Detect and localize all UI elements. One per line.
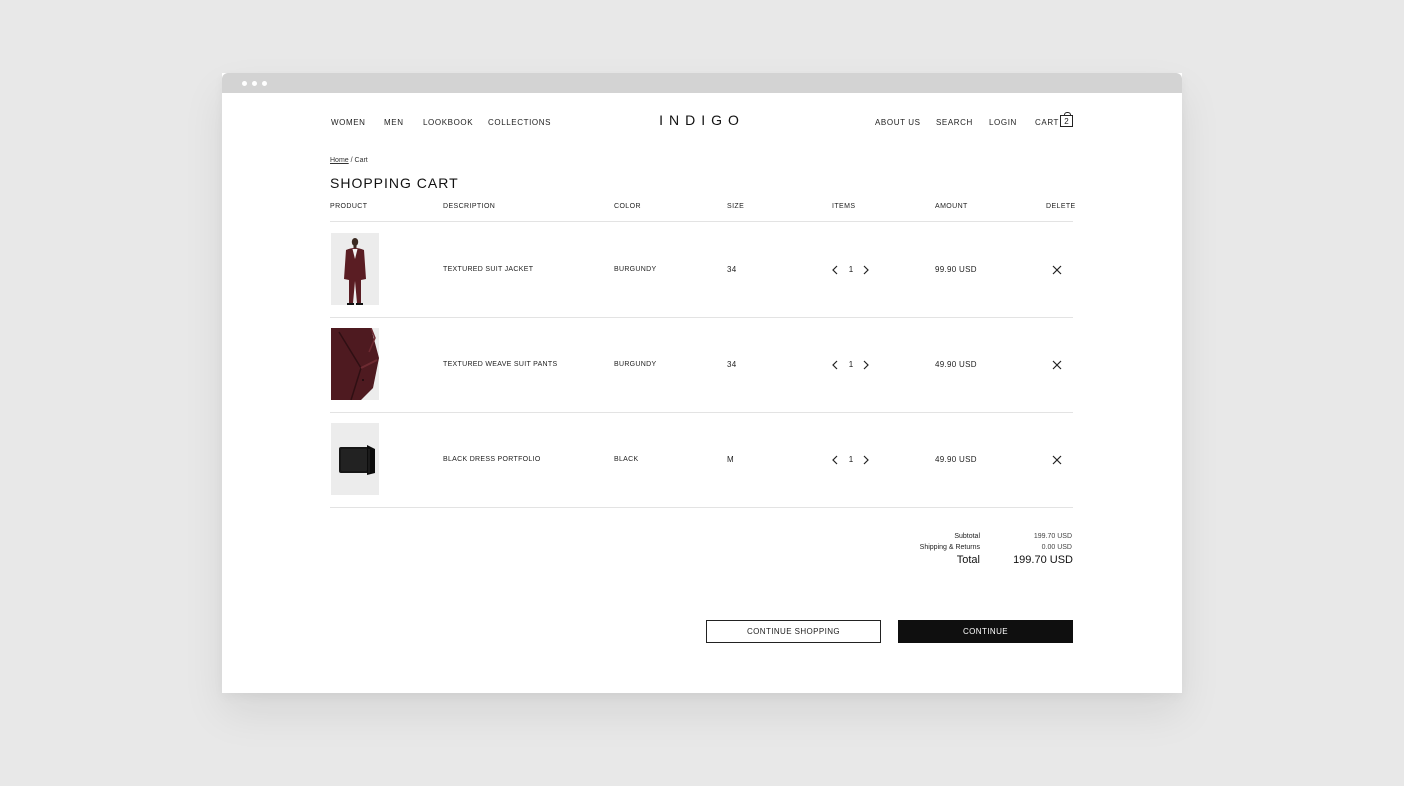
item-description: TEXTURED SUIT JACKET [443, 266, 534, 273]
column-header-size: SIZE [727, 203, 745, 210]
chevron-right-icon[interactable] [861, 455, 870, 465]
item-size: 34 [727, 360, 737, 369]
column-header-description: DESCRIPTION [443, 203, 496, 210]
chevron-left-icon[interactable] [831, 265, 840, 275]
nav-login[interactable]: LOGIN [989, 118, 1017, 127]
column-header-amount: AMOUNT [935, 203, 968, 210]
item-description: BLACK DRESS PORTFOLIO [443, 456, 541, 463]
product-image[interactable] [331, 423, 379, 495]
product-image[interactable] [331, 328, 379, 400]
cart-count-badge[interactable]: 2 [1060, 112, 1073, 127]
nav-cart[interactable]: CART [1035, 118, 1059, 127]
quantity-value: 1 [848, 265, 854, 274]
burgundy-suit-jacket-photo [331, 233, 379, 305]
cart-row: TEXTURED WEAVE SUIT PANTS BURGUNDY 34 1 … [330, 317, 1073, 412]
item-amount: 49.90 USD [935, 360, 977, 369]
item-amount: 49.90 USD [935, 455, 977, 464]
nav-about-us[interactable]: ABOUT US [875, 118, 921, 127]
page-title: SHOPPING CART [330, 175, 459, 191]
item-color: BLACK [614, 456, 639, 463]
quantity-stepper: 1 [831, 358, 871, 372]
browser-window: WOMEN MEN LOOKBOOK COLLECTIONS INDIGO AB… [222, 73, 1182, 693]
item-color: BURGUNDY [614, 266, 657, 273]
cart-row: BLACK DRESS PORTFOLIO BLACK M 1 49.90 US… [330, 412, 1073, 507]
shipping-value: 0.00 USD [1041, 544, 1072, 551]
chevron-left-icon[interactable] [831, 455, 840, 465]
quantity-stepper: 1 [831, 453, 871, 467]
black-portfolio-photo [331, 423, 379, 495]
cart-row: TEXTURED SUIT JACKET BURGUNDY 34 1 99.90… [330, 222, 1073, 317]
quantity-value: 1 [848, 360, 854, 369]
breadcrumb: Home / Cart [330, 157, 368, 164]
column-header-product: PRODUCT [330, 203, 368, 210]
product-image[interactable] [331, 233, 379, 305]
breadcrumb-current: Cart [354, 157, 368, 164]
column-header-delete: DELETE [1046, 203, 1076, 210]
item-description: TEXTURED WEAVE SUIT PANTS [443, 361, 558, 368]
item-amount: 99.90 USD [935, 265, 977, 274]
chevron-left-icon[interactable] [831, 360, 840, 370]
quantity-value: 1 [848, 455, 854, 464]
row-divider [330, 507, 1073, 508]
close-icon[interactable] [1052, 360, 1062, 370]
breadcrumb-home-link[interactable]: Home [330, 157, 349, 164]
window-dot-icon [252, 81, 257, 86]
item-color: BURGUNDY [614, 361, 657, 368]
item-size: 34 [727, 265, 737, 274]
continue-button[interactable]: CONTINUE [898, 620, 1073, 643]
column-header-items: ITEMS [832, 203, 856, 210]
window-dot-icon [242, 81, 247, 86]
chevron-right-icon[interactable] [861, 265, 870, 275]
total-value: 199.70 USD [1013, 554, 1073, 566]
nav-search[interactable]: SEARCH [936, 118, 973, 127]
subtotal-label: Subtotal [954, 533, 980, 540]
window-dot-icon [262, 81, 267, 86]
item-size: M [727, 455, 734, 464]
subtotal-value: 199.70 USD [1033, 533, 1072, 540]
window-titlebar [222, 73, 1182, 93]
continue-shopping-button[interactable]: CONTINUE SHOPPING [706, 620, 881, 643]
close-icon[interactable] [1052, 455, 1062, 465]
chevron-right-icon[interactable] [861, 360, 870, 370]
column-header-color: COLOR [614, 203, 641, 210]
burgundy-suit-pants-photo [331, 328, 379, 400]
shipping-label: Shipping & Returns [919, 544, 980, 551]
quantity-stepper: 1 [831, 263, 871, 277]
total-label: Total [956, 554, 980, 566]
close-icon[interactable] [1052, 265, 1062, 275]
